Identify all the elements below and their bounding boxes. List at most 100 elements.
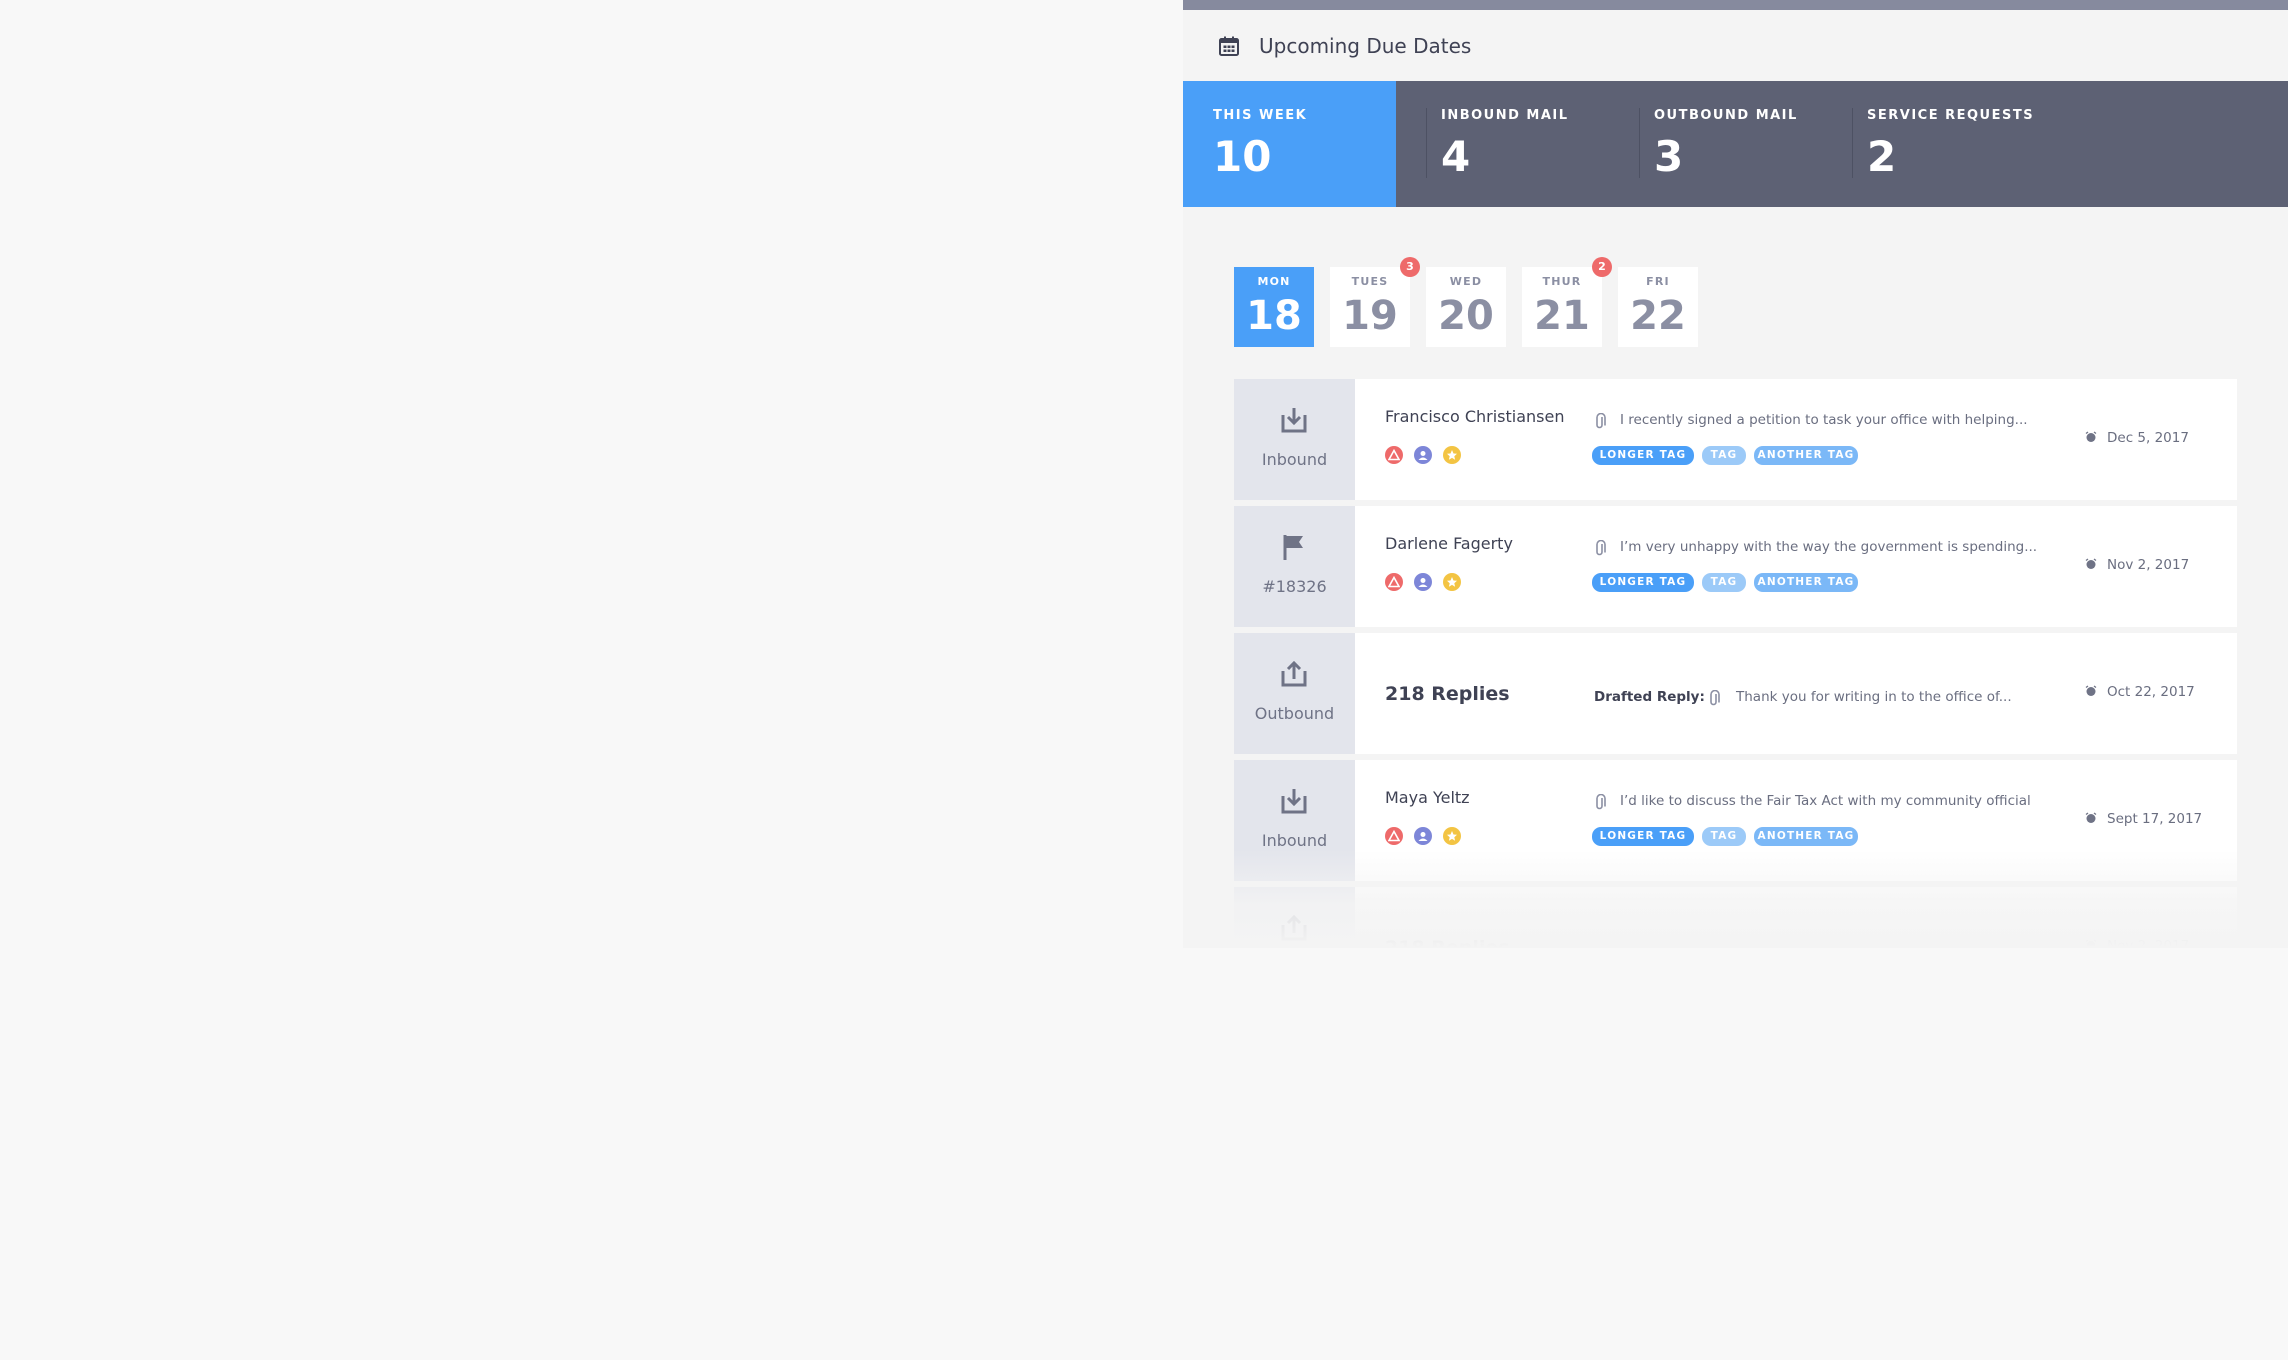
inbox-download-icon xyxy=(1281,408,1307,433)
due-date-text: Nov 2, 2017 xyxy=(2107,938,2190,948)
user-icon xyxy=(1414,827,1432,845)
flag-icon xyxy=(1283,535,1303,560)
day-date: 18 xyxy=(1246,293,1302,339)
list-item[interactable]: Inbound Maya Yeltz I’d like to discuss t… xyxy=(1234,760,2237,881)
tag[interactable]: TAG xyxy=(1702,827,1746,846)
user-icon xyxy=(1414,573,1432,591)
day-name: MON xyxy=(1257,275,1291,288)
message-preview: Thank you for writing in to the office o… xyxy=(1736,689,2012,705)
message-preview: I recently signed a petition to task you… xyxy=(1620,412,2028,428)
alarm-clock-icon xyxy=(2085,939,2097,948)
divider xyxy=(1639,108,1640,178)
paperclip-icon xyxy=(1596,540,1606,556)
alert-icon xyxy=(1385,827,1403,845)
tag[interactable]: LONGER TAG xyxy=(1592,827,1694,846)
item-type xyxy=(1234,887,1355,948)
due-date-text: Nov 2, 2017 xyxy=(2107,557,2190,573)
day-date: 20 xyxy=(1438,293,1494,339)
due-date: Sept 17, 2017 xyxy=(2085,811,2202,827)
day-name: THUR xyxy=(1542,275,1582,288)
share-upload-icon xyxy=(1281,914,1307,941)
item-type: #18326 xyxy=(1234,506,1355,627)
stat-value: 4 xyxy=(1441,132,1471,181)
alarm-clock-icon xyxy=(2085,431,2097,442)
count-badge: 3 xyxy=(1400,257,1420,277)
tag[interactable]: LONGER TAG xyxy=(1592,573,1694,592)
list-item[interactable]: Outbound 218 Replies Drafted Reply: Than… xyxy=(1234,633,2237,754)
stat-service-requests[interactable]: SERVICE REQUESTS 2 xyxy=(1867,81,2067,207)
due-date: Nov 2, 2017 xyxy=(2085,557,2189,573)
alarm-clock-icon xyxy=(2085,685,2097,696)
share-upload-icon xyxy=(1281,660,1307,687)
drafted-reply-label: Drafted Reply: xyxy=(1594,689,1705,705)
due-date-text: Oct 22, 2017 xyxy=(2107,684,2195,700)
due-dates-panel: Upcoming Due Dates THIS WEEK 10 INBOUND … xyxy=(1183,0,2288,948)
stats-bar: THIS WEEK 10 INBOUND MAIL 4 OUTBOUND MAI… xyxy=(1183,81,2288,207)
alert-icon xyxy=(1385,573,1403,591)
alert-icon xyxy=(1385,446,1403,464)
divider xyxy=(1426,108,1427,178)
day-tues[interactable]: TUES 19 3 xyxy=(1330,257,1420,347)
star-icon xyxy=(1443,827,1461,845)
tag[interactable]: ANOTHER TAG xyxy=(1754,827,1858,846)
day-date: 19 xyxy=(1342,293,1398,339)
message-preview: I’d like to discuss the Fair Tax Act wit… xyxy=(1620,793,2031,809)
paperclip-icon xyxy=(1710,690,1720,706)
stat-label: THIS WEEK xyxy=(1213,108,1308,123)
due-date-text: Dec 5, 2017 xyxy=(2107,430,2189,446)
list-item[interactable]: #18326 Darlene Fagerty I’m very unhappy … xyxy=(1234,506,2237,627)
tag[interactable]: LONGER TAG xyxy=(1592,446,1694,465)
item-type: Outbound xyxy=(1234,633,1355,754)
item-type: Inbound xyxy=(1234,379,1355,500)
stat-outbound-mail[interactable]: OUTBOUND MAIL 3 xyxy=(1654,81,1834,207)
paperclip-icon xyxy=(1596,794,1606,810)
contact-name[interactable]: Francisco Christiansen xyxy=(1385,407,1564,426)
replies-count[interactable]: 218 Replies xyxy=(1385,683,1510,705)
alarm-clock-icon xyxy=(2085,812,2097,823)
alarm-clock-icon xyxy=(2085,558,2097,569)
panel-title: Upcoming Due Dates xyxy=(1259,34,1472,58)
tag[interactable]: ANOTHER TAG xyxy=(1754,573,1858,592)
top-bar xyxy=(1183,0,2288,10)
day-thur[interactable]: THUR 21 2 xyxy=(1522,257,1612,347)
day-fri[interactable]: FRI 22 xyxy=(1618,267,1698,347)
day-name: WED xyxy=(1449,275,1483,288)
day-date: 21 xyxy=(1534,293,1590,339)
count-badge: 2 xyxy=(1592,257,1612,277)
contact-name[interactable]: Darlene Fagerty xyxy=(1385,534,1513,553)
panel-header: Upcoming Due Dates xyxy=(1183,10,2288,82)
day-mon[interactable]: MON 18 xyxy=(1234,267,1314,347)
stat-value: 3 xyxy=(1654,132,1684,181)
tag[interactable]: ANOTHER TAG xyxy=(1754,446,1858,465)
day-name: FRI xyxy=(1646,275,1670,288)
paperclip-icon xyxy=(1596,413,1606,429)
day-name: TUES xyxy=(1351,275,1389,288)
due-date: Dec 5, 2017 xyxy=(2085,430,2189,446)
star-icon xyxy=(1443,573,1461,591)
calendar-icon xyxy=(1219,36,1239,56)
message-preview: I’m very unhappy with the way the govern… xyxy=(1620,539,2038,555)
tag[interactable]: TAG xyxy=(1702,573,1746,592)
day-wed[interactable]: WED 20 xyxy=(1426,267,1506,347)
stat-value: 10 xyxy=(1213,132,1272,181)
tag[interactable]: TAG xyxy=(1702,446,1746,465)
inbox-download-icon xyxy=(1281,789,1307,814)
star-icon xyxy=(1443,446,1461,464)
stat-inbound-mail[interactable]: INBOUND MAIL 4 xyxy=(1441,81,1621,207)
stat-value: 2 xyxy=(1867,132,1897,181)
due-date: Nov 2, 2017 xyxy=(2085,938,2189,948)
contact-name[interactable]: Maya Yeltz xyxy=(1385,788,1470,807)
list-item[interactable]: Inbound Francisco Christiansen I recentl… xyxy=(1234,379,2237,500)
stat-this-week[interactable]: THIS WEEK 10 xyxy=(1183,81,1396,207)
item-type-label: Outbound xyxy=(1254,704,1335,723)
item-type: Inbound xyxy=(1234,760,1355,881)
item-type-label: Inbound xyxy=(1261,450,1328,469)
due-date: Oct 22, 2017 xyxy=(2085,684,2195,700)
replies-count[interactable]: 218 Replies xyxy=(1385,937,1510,948)
user-icon xyxy=(1414,446,1432,464)
list-item[interactable]: 218 Replies Nov 2, 2017 xyxy=(1234,887,2237,948)
day-date: 22 xyxy=(1630,293,1686,339)
divider xyxy=(1852,108,1853,178)
stat-label: OUTBOUND MAIL xyxy=(1654,108,1798,123)
item-type-label: #18326 xyxy=(1262,577,1327,596)
